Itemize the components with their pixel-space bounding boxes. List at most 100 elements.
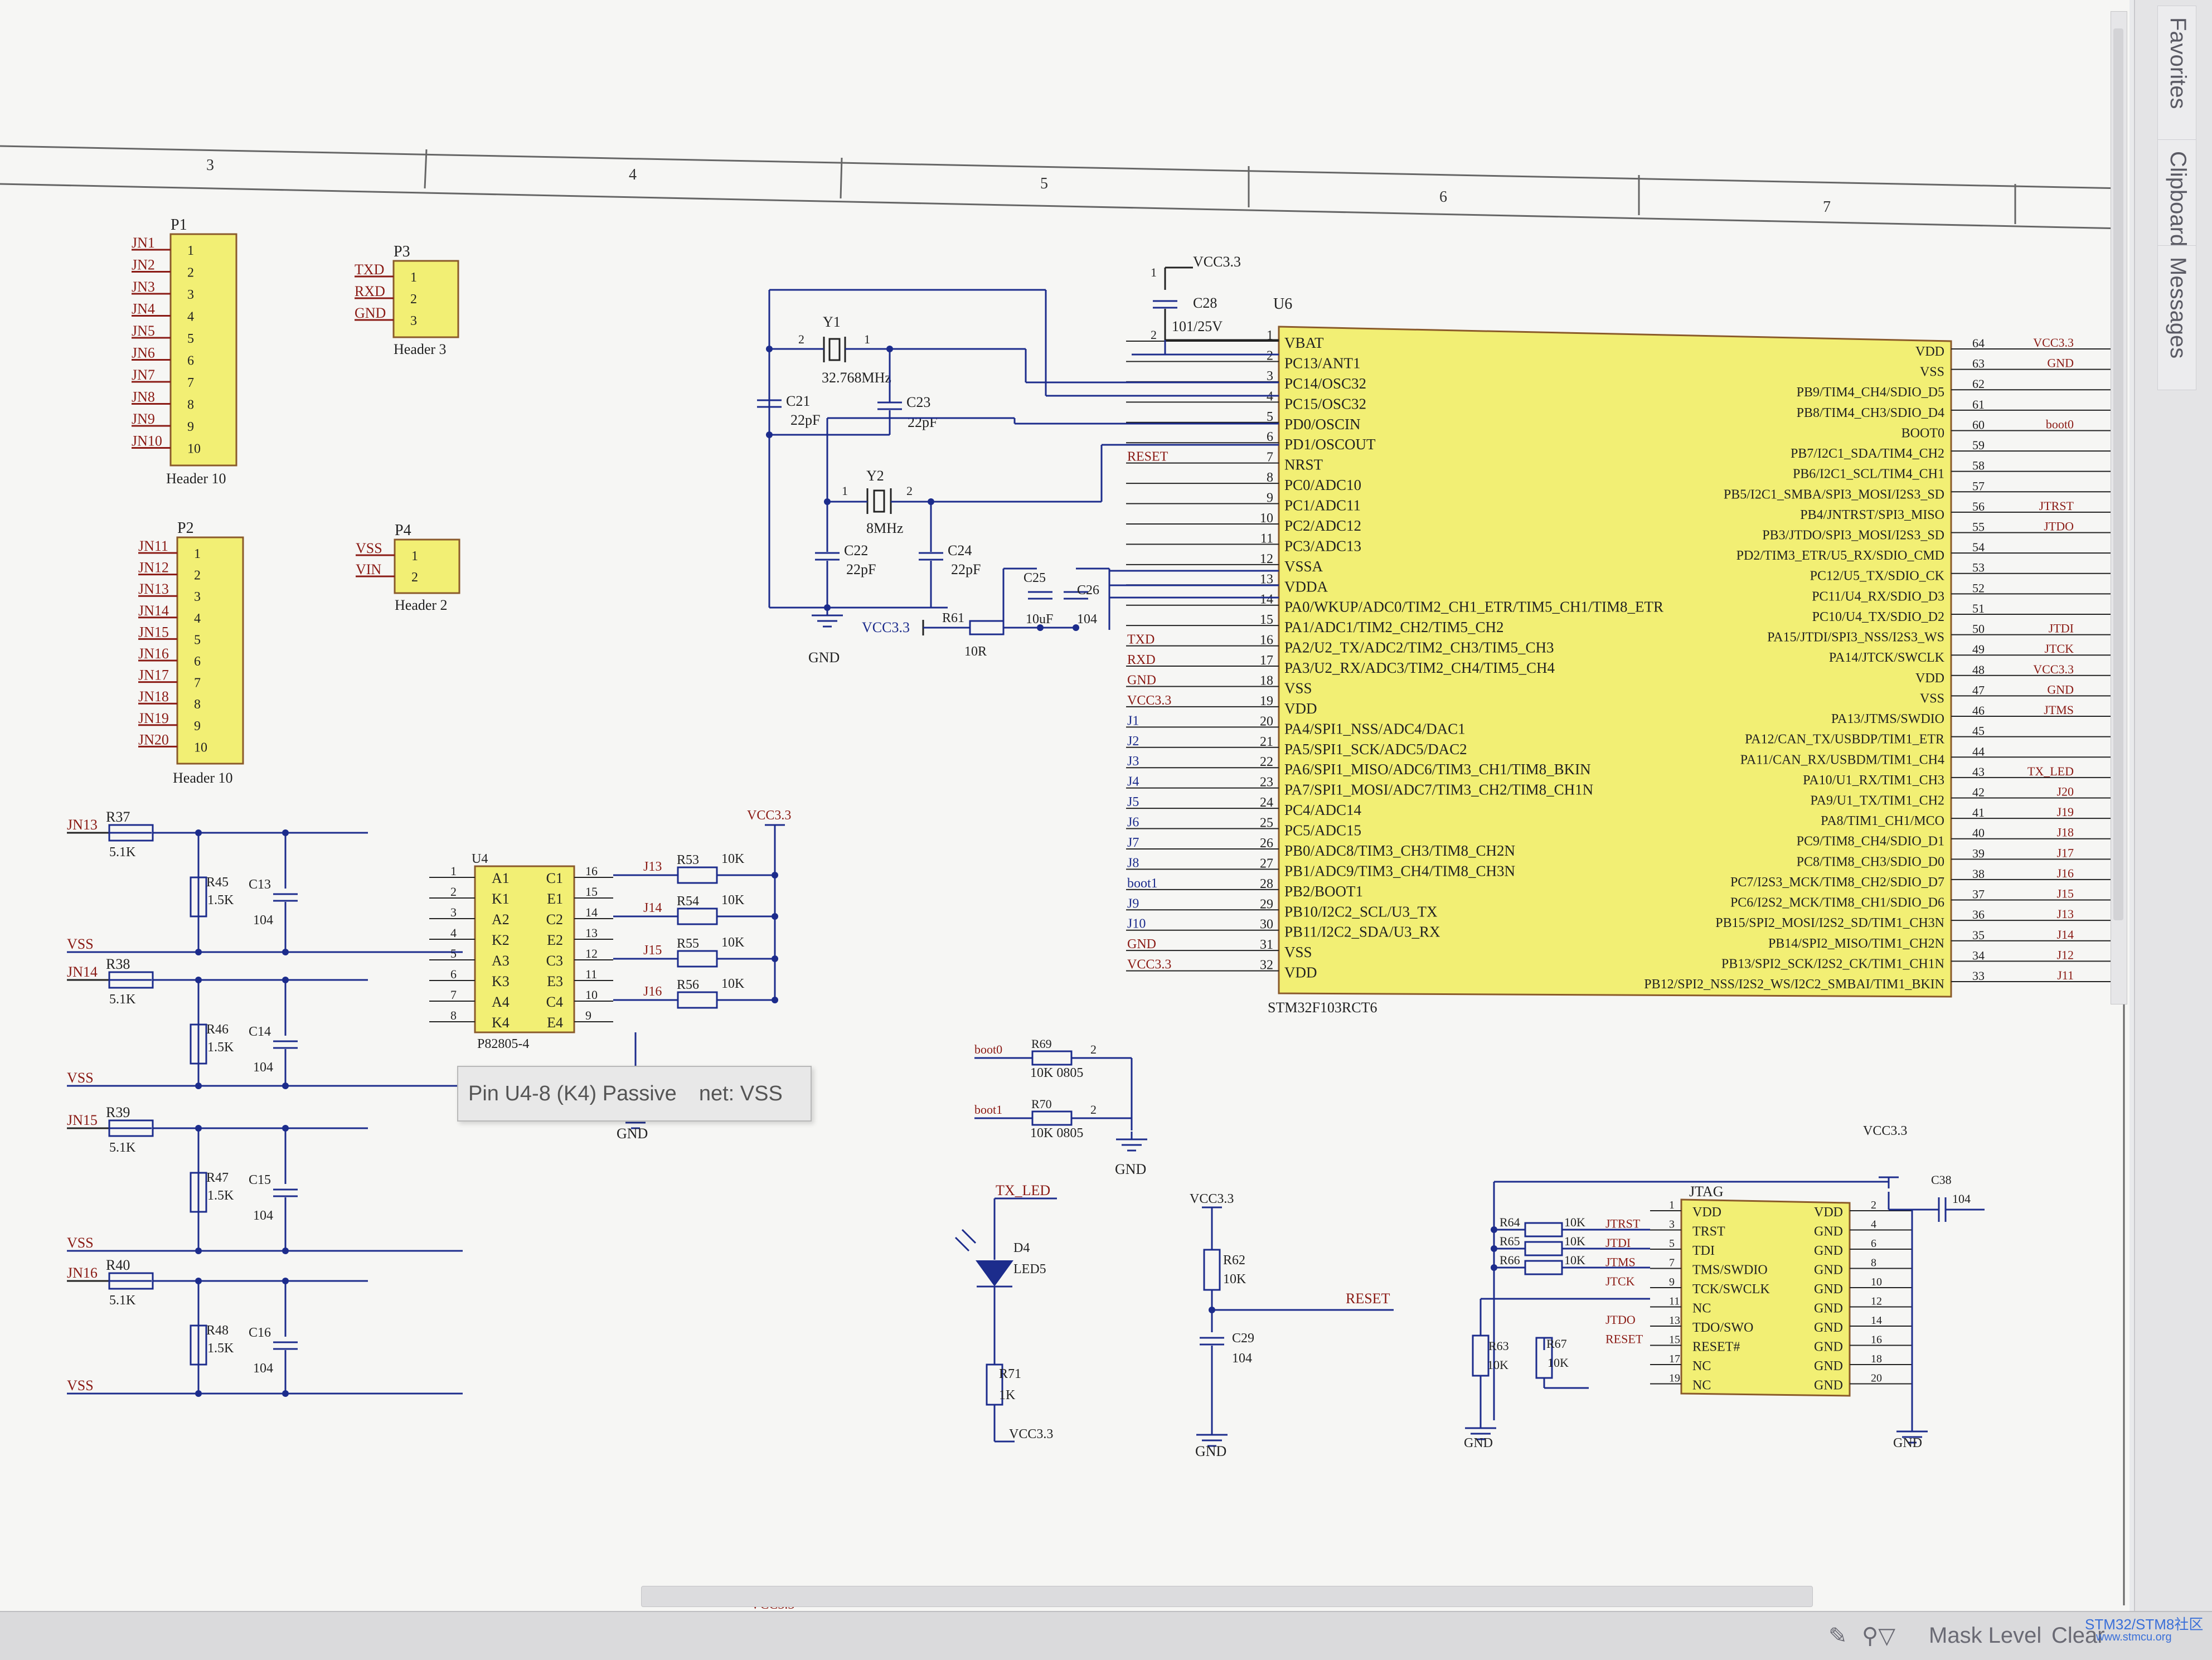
pin-number: 6 bbox=[194, 654, 201, 669]
net-label: J8 bbox=[1127, 856, 1139, 870]
net-label: GND bbox=[808, 649, 840, 666]
label: 2 bbox=[798, 332, 804, 346]
schematic-components[interactable]: P1Header 10JN1 1JN2 2JN3 3JN4 4JN5 5JN6 6JN7 7J… bbox=[67, 216, 2113, 1617]
pin-number: 12 bbox=[1260, 552, 1273, 566]
junction bbox=[282, 1278, 289, 1284]
schematic-canvas[interactable]: 3 4 5 6 7 P1 Header 10 JN1 1 JN2 2 JN3 3 JN4 4 JN5… bbox=[0, 0, 2129, 1617]
pin-number: 38 bbox=[1972, 867, 1985, 881]
junction bbox=[282, 829, 289, 836]
junction bbox=[195, 1125, 202, 1132]
pin-number: 62 bbox=[1972, 377, 1985, 391]
net-label: JN14 bbox=[138, 603, 169, 619]
pin-name: E4 bbox=[547, 1015, 563, 1031]
pin-name: PA4/SPI1_NSS/ADC4/DAC1 bbox=[1284, 720, 1466, 737]
net-label: GND bbox=[1127, 937, 1156, 952]
resistor-body[interactable] bbox=[969, 620, 1005, 635]
net-label: JN20 bbox=[138, 731, 169, 748]
filter-icon[interactable]: ⚲▽ bbox=[1862, 1623, 1895, 1649]
net-label: GND bbox=[1127, 673, 1156, 687]
net-label: GND bbox=[355, 305, 386, 321]
input-channel: JN14 R38 5.1K R46 1.5K C14 104 VSS bbox=[67, 956, 463, 1089]
vertical-scrollbar-thumb[interactable] bbox=[2113, 28, 2123, 920]
tab-messages[interactable]: Messages bbox=[2157, 245, 2196, 390]
horizontal-scrollbar[interactable] bbox=[641, 1586, 1813, 1607]
resistor-body[interactable] bbox=[1203, 1249, 1221, 1291]
net-label: VCC3.3 bbox=[747, 808, 791, 823]
label: 104 bbox=[253, 1208, 273, 1223]
pin-number: 16 bbox=[1871, 1334, 1882, 1346]
label: Y2 bbox=[866, 468, 884, 484]
resistor-body[interactable] bbox=[677, 866, 718, 884]
label: 22pF bbox=[951, 561, 981, 577]
net-label: JN8 bbox=[132, 389, 155, 405]
component-ref: P4 bbox=[395, 522, 411, 539]
mask-level-button[interactable]: Mask Level bbox=[1929, 1623, 2041, 1648]
pin-number: 55 bbox=[1972, 520, 1985, 534]
net-label: JTDO bbox=[2044, 520, 2074, 533]
pin-number: 2 bbox=[1090, 1042, 1097, 1056]
label: 10K 0805 bbox=[1030, 1126, 1083, 1140]
tab-favorites[interactable]: Favorites bbox=[2157, 6, 2196, 145]
pencil-icon[interactable]: ✎ bbox=[1828, 1623, 1847, 1649]
resistor-body[interactable] bbox=[1524, 1222, 1563, 1237]
component-ref: U6 bbox=[1273, 295, 1292, 313]
resistor-body[interactable] bbox=[677, 907, 718, 925]
resistor-body[interactable] bbox=[1524, 1260, 1563, 1275]
resistor-body[interactable] bbox=[1524, 1241, 1563, 1256]
pin-number: 3 bbox=[1669, 1219, 1675, 1231]
crystal-y2[interactable] bbox=[873, 489, 885, 513]
pin-name: NC bbox=[1692, 1302, 1711, 1316]
pin-number: 10 bbox=[585, 988, 598, 1002]
pin-name: TDO/SWO bbox=[1692, 1321, 1753, 1335]
label: R37 bbox=[106, 809, 130, 825]
junction bbox=[282, 1125, 289, 1132]
pin-number: 19 bbox=[1669, 1372, 1680, 1385]
pin-name: BOOT0 bbox=[1901, 426, 1944, 440]
pin-number: 54 bbox=[1972, 540, 1985, 554]
connector-body[interactable] bbox=[176, 536, 244, 765]
label: 104 bbox=[1077, 612, 1097, 627]
resistor-body[interactable] bbox=[1031, 1110, 1073, 1126]
vertical-scrollbar[interactable] bbox=[2111, 11, 2127, 1004]
schematic-sheet[interactable]: 3 4 5 6 7 P1Header 10JN1 1JN2 2JN3 3JN4 4JN5… bbox=[0, 0, 2129, 1617]
crystal-y1[interactable] bbox=[828, 338, 841, 361]
pin-name: PC12/U5_TX/SDIO_CK bbox=[1810, 569, 1945, 584]
pin-name: A1 bbox=[492, 870, 510, 886]
resistor-body[interactable] bbox=[1472, 1334, 1490, 1377]
label: 10K 0805 bbox=[1030, 1066, 1083, 1080]
label: 101/25V bbox=[1172, 318, 1223, 334]
pin-name: PD2/TIM3_ETR/U5_RX/SDIO_CMD bbox=[1736, 549, 1944, 563]
label: C24 bbox=[948, 542, 972, 559]
pin-name: PA8/TIM1_CH1/MCO bbox=[1821, 814, 1944, 828]
pin-number: 4 bbox=[194, 611, 201, 626]
net-label: J19 bbox=[2056, 805, 2074, 819]
pin-number: 3 bbox=[450, 905, 457, 919]
connector-body[interactable] bbox=[169, 233, 237, 467]
label: C25 bbox=[1023, 571, 1046, 585]
net-label: JN15 bbox=[67, 1112, 98, 1128]
pin-name: PA7/SPI1_MOSI/ADC7/TIM3_CH2/TIM8_CH1N bbox=[1284, 782, 1593, 798]
label: R56 bbox=[677, 978, 699, 992]
junction bbox=[195, 977, 202, 983]
pin-name: K4 bbox=[492, 1015, 510, 1031]
pin-name: PA13/JTMS/SWDIO bbox=[1831, 712, 1944, 726]
net-label: VCC3.3 bbox=[1127, 958, 1171, 972]
component-name: Header 10 bbox=[166, 470, 226, 487]
pin-name: K2 bbox=[492, 932, 510, 948]
led-section: TX_LED D4 LED5 R71 1K VCC3.3 bbox=[954, 1182, 1057, 1443]
resistor-body[interactable] bbox=[1031, 1050, 1073, 1066]
pin-name: PB11/I2C2_SDA/U3_RX bbox=[1284, 924, 1440, 940]
pin-name: PC3/ADC13 bbox=[1284, 537, 1361, 554]
column-label: 7 bbox=[1823, 198, 1831, 216]
label: 22pF bbox=[908, 414, 937, 430]
pin-name: GND bbox=[1814, 1340, 1843, 1355]
pin-name: GND bbox=[1814, 1321, 1843, 1335]
net-label: JTDO bbox=[1605, 1313, 1636, 1327]
resistor-body[interactable] bbox=[677, 991, 718, 1009]
connector-body[interactable] bbox=[392, 260, 459, 338]
resistor-body[interactable] bbox=[677, 950, 718, 968]
net-label: JN11 bbox=[138, 538, 168, 554]
connector-body[interactable] bbox=[394, 538, 460, 594]
column-labels: 3 4 5 6 7 bbox=[206, 157, 1831, 216]
label: R63 bbox=[1488, 1339, 1509, 1353]
